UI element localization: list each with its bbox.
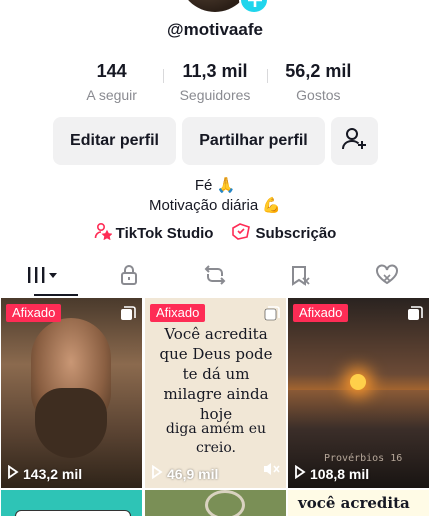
view-count: 46,9 mil	[151, 464, 219, 482]
tab-liked[interactable]	[344, 258, 430, 296]
grid-icon	[26, 265, 60, 290]
view-count-label: 108,8 mil	[310, 465, 370, 482]
followers-count: 11,3 mil	[182, 61, 248, 81]
followers-label: Seguidores	[179, 87, 251, 103]
video-thumbnail[interactable]: Provérbios 16 Afixado 108,8 mil	[288, 298, 429, 488]
tab-videos[interactable]	[0, 258, 86, 296]
tiktok-studio-label: TikTok Studio	[115, 224, 214, 242]
favorites-icon	[289, 264, 313, 291]
likes-count: 56,2 mil	[285, 61, 352, 81]
following-count: 144	[96, 61, 127, 81]
thumbnail-image-detail	[350, 374, 366, 390]
video-thumbnail[interactable]: Você acredita que Deus pode te dá um mil…	[145, 298, 286, 488]
add-user-icon	[341, 126, 368, 157]
username: @motivaafe	[167, 20, 263, 39]
play-icon	[7, 464, 19, 482]
multi-photo-icon	[264, 306, 280, 327]
profile-links: TikTok Studio Subscrição	[0, 222, 430, 244]
thumbnail-text: Você acredita que Deus pode te dá um mil…	[159, 325, 273, 423]
bio-line: Motivação diária 💪	[148, 197, 282, 214]
likes-stat[interactable]: 56,2 mil Gostos	[266, 60, 370, 106]
tab-private[interactable]	[86, 258, 172, 296]
likes-label: Gostos	[296, 87, 341, 103]
multi-photo-icon	[407, 306, 423, 327]
view-count: 143,2 mil	[7, 464, 83, 482]
play-icon	[294, 464, 306, 482]
view-count-label: 143,2 mil	[23, 465, 83, 482]
view-count-label: 46,9 mil	[167, 465, 219, 482]
thumbnail-text: Provérbios 16	[324, 453, 403, 464]
subscription-link[interactable]: Subscrição	[231, 222, 336, 244]
pinned-badge: Afixado	[6, 304, 62, 322]
video-thumbnail[interactable]: Afixado 143,2 mil	[1, 298, 142, 488]
video-thumbnail[interactable]	[145, 490, 286, 516]
subscription-label: Subscrição	[255, 224, 337, 242]
lock-icon	[118, 264, 140, 291]
thumbnail-text: você acredita	[298, 494, 410, 512]
thumbnail-image	[15, 510, 131, 516]
followers-stat[interactable]: 11,3 mil Seguidores	[163, 60, 266, 106]
profile-tabs	[0, 258, 430, 296]
video-thumbnail[interactable]	[1, 490, 142, 516]
bio-line: Fé 🙏	[194, 177, 236, 194]
following-stat[interactable]: 144 A seguir	[60, 60, 163, 106]
view-count: 108,8 mil	[294, 464, 370, 482]
pinned-badge: Afixado	[150, 304, 206, 322]
mute-icon	[262, 461, 280, 482]
following-label: A seguir	[86, 87, 137, 103]
pinned-badge: Afixado	[293, 304, 349, 322]
multi-photo-icon	[120, 306, 136, 327]
thumbnail-image-detail	[35, 388, 107, 458]
subscription-icon	[231, 222, 251, 244]
tab-favorites[interactable]	[258, 258, 344, 296]
thumbnail-text: diga amém eu creio.	[165, 421, 267, 456]
profile-stats: 144 A seguir 11,3 mil Seguidores 56,2 mi…	[60, 60, 370, 106]
liked-icon	[375, 263, 399, 291]
studio-icon	[94, 222, 113, 244]
play-icon	[151, 464, 163, 482]
video-thumbnail[interactable]: você acredita	[288, 490, 429, 516]
add-friend-button[interactable]	[331, 117, 378, 165]
edit-profile-button[interactable]: Editar perfil	[53, 117, 176, 165]
share-profile-button[interactable]: Partilhar perfil	[182, 117, 325, 165]
tab-reposts[interactable]	[172, 258, 258, 296]
thumbnail-image	[205, 490, 245, 516]
tiktok-studio-link[interactable]: TikTok Studio	[94, 222, 214, 244]
repost-icon	[203, 264, 227, 291]
